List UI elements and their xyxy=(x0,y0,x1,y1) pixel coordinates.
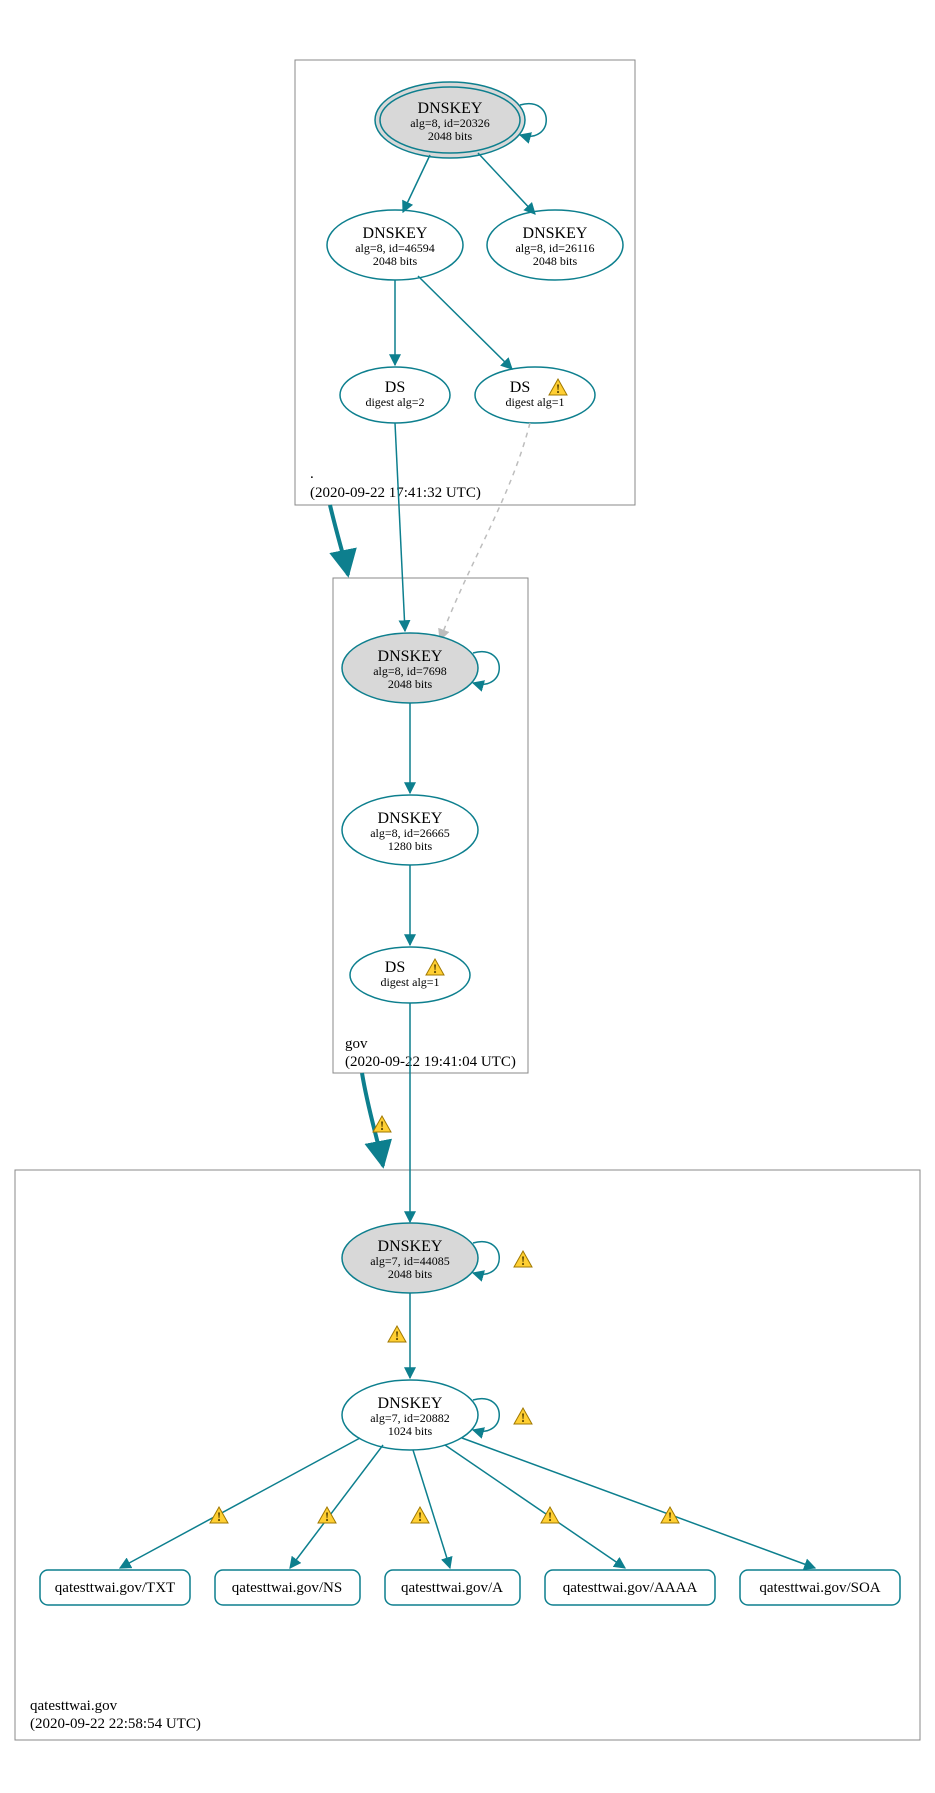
svg-text:1024 bits: 1024 bits xyxy=(388,1424,433,1438)
node-gov-ksk[interactable]: DNSKEY alg=8, id=7698 2048 bits xyxy=(342,633,478,703)
rr-ns[interactable]: qatesttwai.gov/NS xyxy=(215,1570,360,1605)
rr-txt[interactable]: qatesttwai.gov/TXT xyxy=(40,1570,190,1605)
zone-root-ts: (2020-09-22 17:41:32 UTC) xyxy=(310,485,481,501)
warning-icon xyxy=(514,1408,532,1425)
edge-rootksk-standby xyxy=(478,153,535,214)
warning-icon xyxy=(210,1507,228,1524)
svg-text:qatesttwai.gov/TXT: qatesttwai.gov/TXT xyxy=(55,1580,175,1596)
svg-text:alg=8, id=20326: alg=8, id=20326 xyxy=(410,116,490,130)
svg-text:digest alg=1: digest alg=1 xyxy=(380,975,439,989)
svg-text:DNSKEY: DNSKEY xyxy=(378,648,443,665)
warning-icon xyxy=(541,1507,559,1524)
svg-text:DNSKEY: DNSKEY xyxy=(363,225,428,242)
edge-rootksk-zsk xyxy=(403,155,430,212)
edge-zsk-txt xyxy=(120,1438,360,1568)
edge-rootzsk-ds1 xyxy=(418,276,512,369)
svg-text:1280 bits: 1280 bits xyxy=(388,839,433,853)
node-root-ds2[interactable]: DS digest alg=2 xyxy=(340,367,450,423)
warning-icon xyxy=(514,1251,532,1268)
zone-target-label: qatesttwai.gov xyxy=(30,1698,118,1714)
node-root-ksk[interactable]: DNSKEY alg=8, id=20326 2048 bits xyxy=(375,82,525,158)
edge-root-gov-delegation xyxy=(330,505,348,575)
svg-text:qatesttwai.gov/A: qatesttwai.gov/A xyxy=(401,1580,503,1596)
svg-text:alg=8, id=26665: alg=8, id=26665 xyxy=(370,826,450,840)
edge-zsk-soa xyxy=(462,1438,815,1568)
zone-target-ts: (2020-09-22 22:58:54 UTC) xyxy=(30,1716,201,1732)
node-gov-ds[interactable]: DS digest alg=1 xyxy=(350,947,470,1003)
svg-text:2048 bits: 2048 bits xyxy=(373,254,418,268)
node-root-ds1[interactable]: DS digest alg=1 xyxy=(475,367,595,423)
edge-ds1-govksk-dashed xyxy=(440,423,530,640)
svg-text:DNSKEY: DNSKEY xyxy=(378,1395,443,1412)
warning-icon xyxy=(373,1116,391,1133)
zone-gov-label: gov xyxy=(345,1036,368,1052)
zone-gov-ts: (2020-09-22 19:41:04 UTC) xyxy=(345,1054,516,1070)
svg-text:2048 bits: 2048 bits xyxy=(533,254,578,268)
svg-text:qatesttwai.gov/AAAA: qatesttwai.gov/AAAA xyxy=(563,1580,698,1596)
svg-text:alg=7, id=20882: alg=7, id=20882 xyxy=(370,1411,450,1425)
warning-icon xyxy=(411,1507,429,1524)
svg-text:2048 bits: 2048 bits xyxy=(428,129,473,143)
node-root-standby[interactable]: DNSKEY alg=8, id=26116 2048 bits xyxy=(487,210,623,280)
svg-text:DS: DS xyxy=(385,379,405,396)
warning-icon xyxy=(388,1326,406,1343)
svg-text:DS: DS xyxy=(510,379,530,396)
edge-zsk-aaaa xyxy=(445,1445,625,1568)
svg-text:2048 bits: 2048 bits xyxy=(388,677,433,691)
svg-text:DNSKEY: DNSKEY xyxy=(378,1238,443,1255)
svg-text:DNSKEY: DNSKEY xyxy=(378,810,443,827)
svg-text:qatesttwai.gov/NS: qatesttwai.gov/NS xyxy=(232,1580,342,1596)
svg-text:alg=8, id=26116: alg=8, id=26116 xyxy=(515,241,594,255)
svg-text:alg=8, id=46594: alg=8, id=46594 xyxy=(355,241,435,255)
node-gov-zsk[interactable]: DNSKEY alg=8, id=26665 1280 bits xyxy=(342,795,478,865)
svg-text:alg=7, id=44085: alg=7, id=44085 xyxy=(370,1254,450,1268)
rr-aaaa[interactable]: qatesttwai.gov/AAAA xyxy=(545,1570,715,1605)
rr-soa[interactable]: qatesttwai.gov/SOA xyxy=(740,1570,900,1605)
svg-text:DS: DS xyxy=(385,959,405,976)
svg-text:alg=8, id=7698: alg=8, id=7698 xyxy=(373,664,447,678)
svg-text:digest alg=1: digest alg=1 xyxy=(505,395,564,409)
svg-text:DNSKEY: DNSKEY xyxy=(523,225,588,242)
svg-text:digest alg=2: digest alg=2 xyxy=(365,395,424,409)
dnssec-graph: ! . (2020-09-22 17:41:32 UTC) DNSKEY alg… xyxy=(0,0,935,1793)
svg-text:2048 bits: 2048 bits xyxy=(388,1267,433,1281)
svg-text:DNSKEY: DNSKEY xyxy=(418,100,483,117)
node-target-ksk[interactable]: DNSKEY alg=7, id=44085 2048 bits xyxy=(342,1223,478,1293)
warning-icon xyxy=(661,1507,679,1524)
svg-text:qatesttwai.gov/SOA: qatesttwai.gov/SOA xyxy=(759,1580,880,1596)
rr-a[interactable]: qatesttwai.gov/A xyxy=(385,1570,520,1605)
zone-root-label: . xyxy=(310,466,314,482)
edge-ds2-govksk xyxy=(395,423,405,631)
node-target-zsk[interactable]: DNSKEY alg=7, id=20882 1024 bits xyxy=(342,1380,478,1450)
node-root-zsk[interactable]: DNSKEY alg=8, id=46594 2048 bits xyxy=(327,210,463,280)
edge-zsk-ns xyxy=(290,1445,383,1568)
